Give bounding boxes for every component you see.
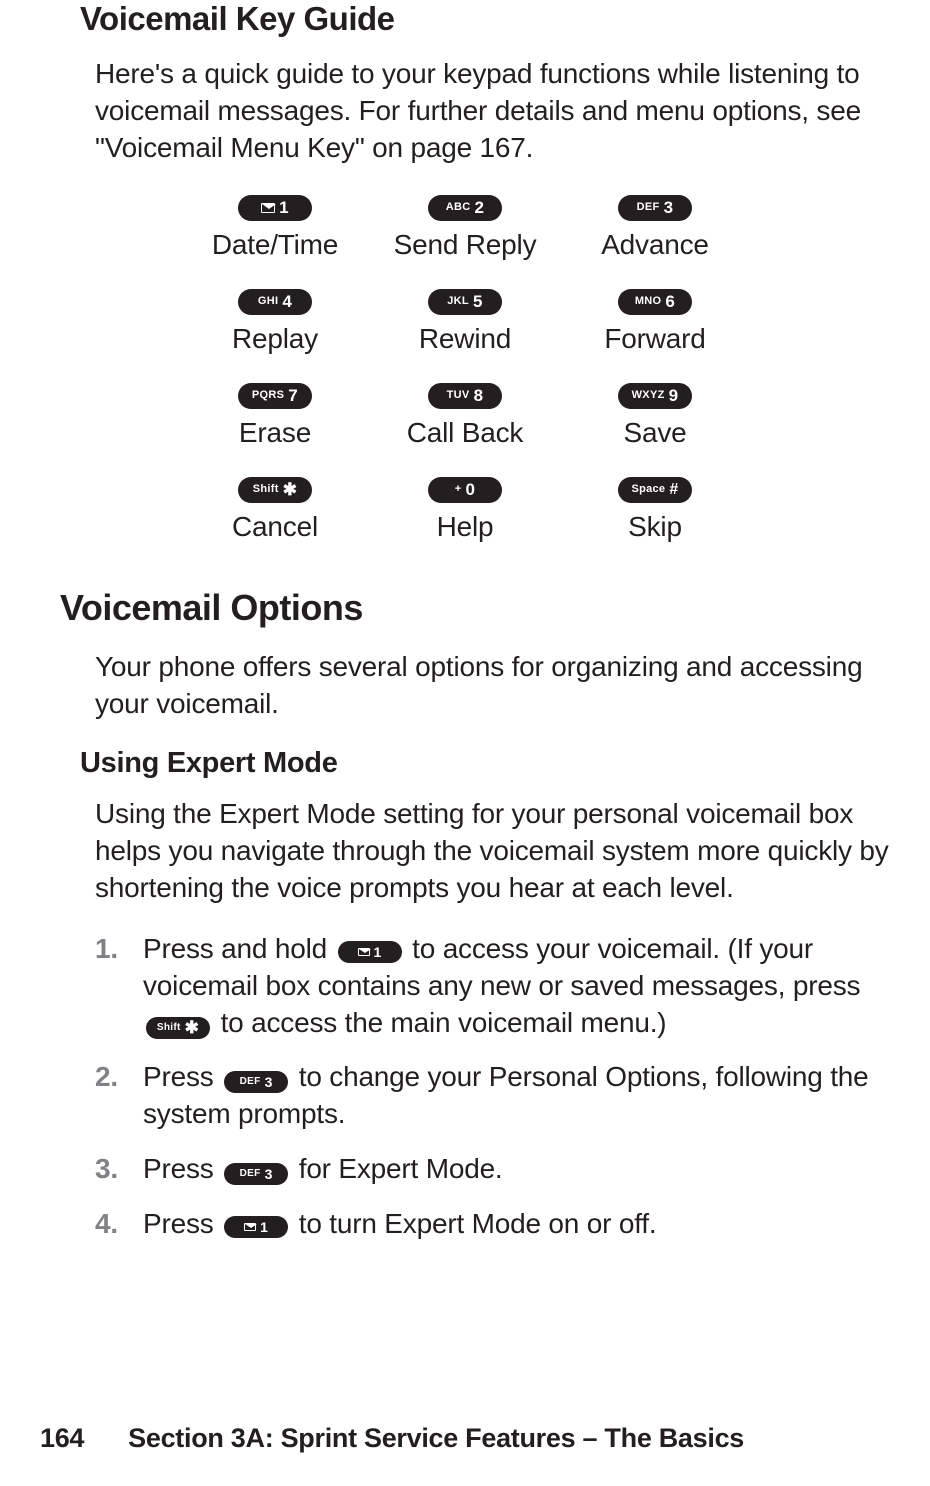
paragraph-expert-mode-intro: Using the Expert Mode setting for your p… xyxy=(95,796,890,907)
key-pill-4: GHI4 xyxy=(238,289,312,315)
inline-key-1b: 1 xyxy=(224,1216,288,1238)
keypad-label-star: Cancel xyxy=(180,511,370,543)
key-pill-9: WXYZ9 xyxy=(618,383,692,409)
key-pill-1: 1 xyxy=(238,195,312,221)
keypad-cell-0: +0 Help xyxy=(370,477,560,543)
step-3-number: 3. xyxy=(95,1151,143,1188)
heading-expert-mode: Using Expert Mode xyxy=(80,747,890,780)
keypad-cell-6: MNO6 Forward xyxy=(560,289,750,355)
keypad-label-0: Help xyxy=(370,511,560,543)
inline-key-3b: DEF3 xyxy=(224,1163,288,1185)
keypad-label-hash: Skip xyxy=(560,511,750,543)
step-2: 2. Press DEF3 to change your Personal Op… xyxy=(95,1059,890,1133)
step-1-number: 1. xyxy=(95,931,143,1042)
footer-section-title: Section 3A: Sprint Service Features – Th… xyxy=(128,1423,744,1454)
step-2-text: Press DEF3 to change your Personal Optio… xyxy=(143,1059,890,1133)
page-footer: 164 Section 3A: Sprint Service Features … xyxy=(40,1423,890,1454)
page-number: 164 xyxy=(40,1423,84,1454)
key-pill-5: JKL5 xyxy=(428,289,502,315)
step-3-text: Press DEF3 for Expert Mode. xyxy=(143,1151,890,1188)
key-pill-3: DEF3 xyxy=(618,195,692,221)
step-4: 4. Press 1 to turn Expert Mode on or off… xyxy=(95,1206,890,1243)
inline-key-3a: DEF3 xyxy=(224,1071,288,1093)
mail-icon xyxy=(244,1223,256,1231)
keypad-cell-1: 1 Date/Time xyxy=(180,195,370,261)
keypad-label-6: Forward xyxy=(560,323,750,355)
keypad-label-3: Advance xyxy=(560,229,750,261)
key-pill-8: TUV8 xyxy=(428,383,502,409)
key-pill-star: Shift✱ xyxy=(238,477,312,503)
keypad-cell-9: WXYZ9 Save xyxy=(560,383,750,449)
step-2-number: 2. xyxy=(95,1059,143,1133)
key-pill-7: PQRS7 xyxy=(238,383,312,409)
step-3: 3. Press DEF3 for Expert Mode. xyxy=(95,1151,890,1188)
heading-voicemail-options: Voicemail Options xyxy=(60,587,890,629)
keypad-label-4: Replay xyxy=(180,323,370,355)
keypad-cell-4: GHI4 Replay xyxy=(180,289,370,355)
keypad-cell-2: ABC2 Send Reply xyxy=(370,195,560,261)
key-pill-6: MNO6 xyxy=(618,289,692,315)
key-pill-0: +0 xyxy=(428,477,502,503)
step-4-number: 4. xyxy=(95,1206,143,1243)
keypad-label-9: Save xyxy=(560,417,750,449)
keypad-cell-hash: Space# Skip xyxy=(560,477,750,543)
step-4-text: Press 1 to turn Expert Mode on or off. xyxy=(143,1206,890,1243)
inline-key-1: 1 xyxy=(338,941,402,963)
keypad-cell-7: PQRS7 Erase xyxy=(180,383,370,449)
keypad-label-7: Erase xyxy=(180,417,370,449)
keypad-label-2: Send Reply xyxy=(370,229,560,261)
paragraph-options-intro: Your phone offers several options for or… xyxy=(95,649,890,723)
step-1: 1. Press and hold 1 to access your voice… xyxy=(95,931,890,1042)
keypad-grid: 1 Date/Time ABC2 Send Reply DEF3 Advance… xyxy=(40,195,890,543)
paragraph-key-guide-intro: Here's a quick guide to your keypad func… xyxy=(95,56,890,167)
keypad-cell-3: DEF3 Advance xyxy=(560,195,750,261)
keypad-label-1: Date/Time xyxy=(180,229,370,261)
key-pill-2: ABC2 xyxy=(428,195,502,221)
key-pill-hash: Space# xyxy=(618,477,692,503)
mail-icon xyxy=(261,203,275,213)
heading-voicemail-key-guide: Voicemail Key Guide xyxy=(80,0,890,38)
keypad-label-5: Rewind xyxy=(370,323,560,355)
keypad-label-8: Call Back xyxy=(370,417,560,449)
keypad-cell-8: TUV8 Call Back xyxy=(370,383,560,449)
steps-list: 1. Press and hold 1 to access your voice… xyxy=(95,931,890,1244)
keypad-cell-star: Shift✱ Cancel xyxy=(180,477,370,543)
step-1-text: Press and hold 1 to access your voicemai… xyxy=(143,931,890,1042)
inline-key-star: Shift✱ xyxy=(146,1017,210,1039)
keypad-cell-5: JKL5 Rewind xyxy=(370,289,560,355)
mail-icon xyxy=(358,948,370,956)
